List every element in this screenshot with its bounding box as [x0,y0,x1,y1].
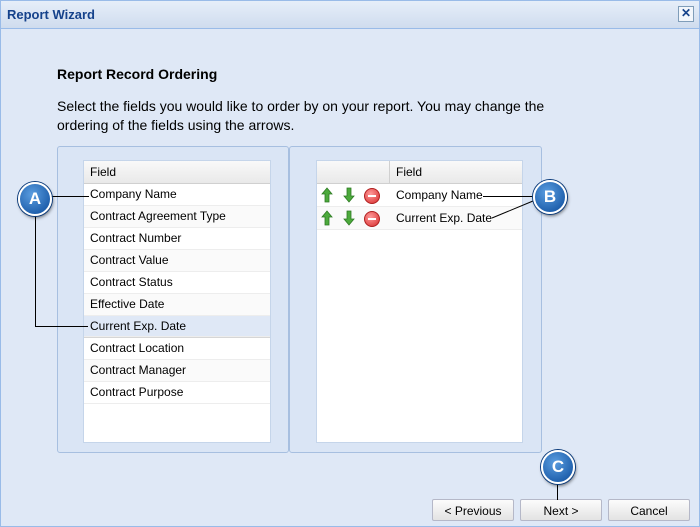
list-item-effective-date[interactable]: Effective Date [84,294,270,316]
callout-a-line-top [50,196,89,197]
move-up-icon[interactable] [321,187,333,203]
column-divider [389,161,390,183]
window-title: Report Wizard [7,7,95,22]
cancel-button[interactable]: Cancel [608,499,690,521]
title-bar: Report Wizard ✕ [1,1,699,29]
header-label: Field [396,165,423,179]
column-header-field[interactable]: Field [84,161,270,184]
page-description: Select the fields you would like to orde… [57,98,545,133]
callout-b-line-top [483,196,533,197]
callout-a-badge: A [18,182,52,216]
move-down-icon[interactable] [343,187,355,203]
page-heading: Report Record Ordering [57,66,218,82]
list-item-current-exp-date[interactable]: Current Exp. Date [84,316,270,337]
available-fields-grid: Field Company Name Contract Agreement Ty… [83,160,271,443]
remove-icon[interactable] [364,211,380,227]
previous-button[interactable]: < Previous [432,499,514,521]
ordered-field-label: Current Exp. Date [396,211,493,225]
callout-a-line-bottom [35,326,88,327]
move-up-icon[interactable] [321,210,333,226]
callout-b-badge: B [533,180,567,214]
list-item-contract-location[interactable]: Contract Location [84,337,270,360]
list-item-contract-manager[interactable]: Contract Manager [84,360,270,382]
list-item-contract-value[interactable]: Contract Value [84,250,270,272]
callout-b-line-diagonal [491,200,534,219]
callout-c-line [557,484,558,500]
callout-a-line-vertical [35,213,36,326]
move-down-icon[interactable] [343,210,355,226]
callout-c-badge: C [541,450,575,484]
column-header-field-selected[interactable]: Field [317,161,522,184]
ordered-field-label: Company Name [396,188,483,202]
list-item-contract-purpose[interactable]: Contract Purpose [84,382,270,404]
list-item-contract-number[interactable]: Contract Number [84,228,270,250]
remove-icon[interactable] [364,188,380,204]
list-item-contract-status[interactable]: Contract Status [84,272,270,294]
list-item-contract-agreement-type[interactable]: Contract Agreement Type [84,206,270,228]
header-label: Field [90,165,117,179]
close-icon[interactable]: ✕ [678,6,694,22]
next-button[interactable]: Next > [520,499,602,521]
list-item-company-name[interactable]: Company Name [84,184,270,206]
